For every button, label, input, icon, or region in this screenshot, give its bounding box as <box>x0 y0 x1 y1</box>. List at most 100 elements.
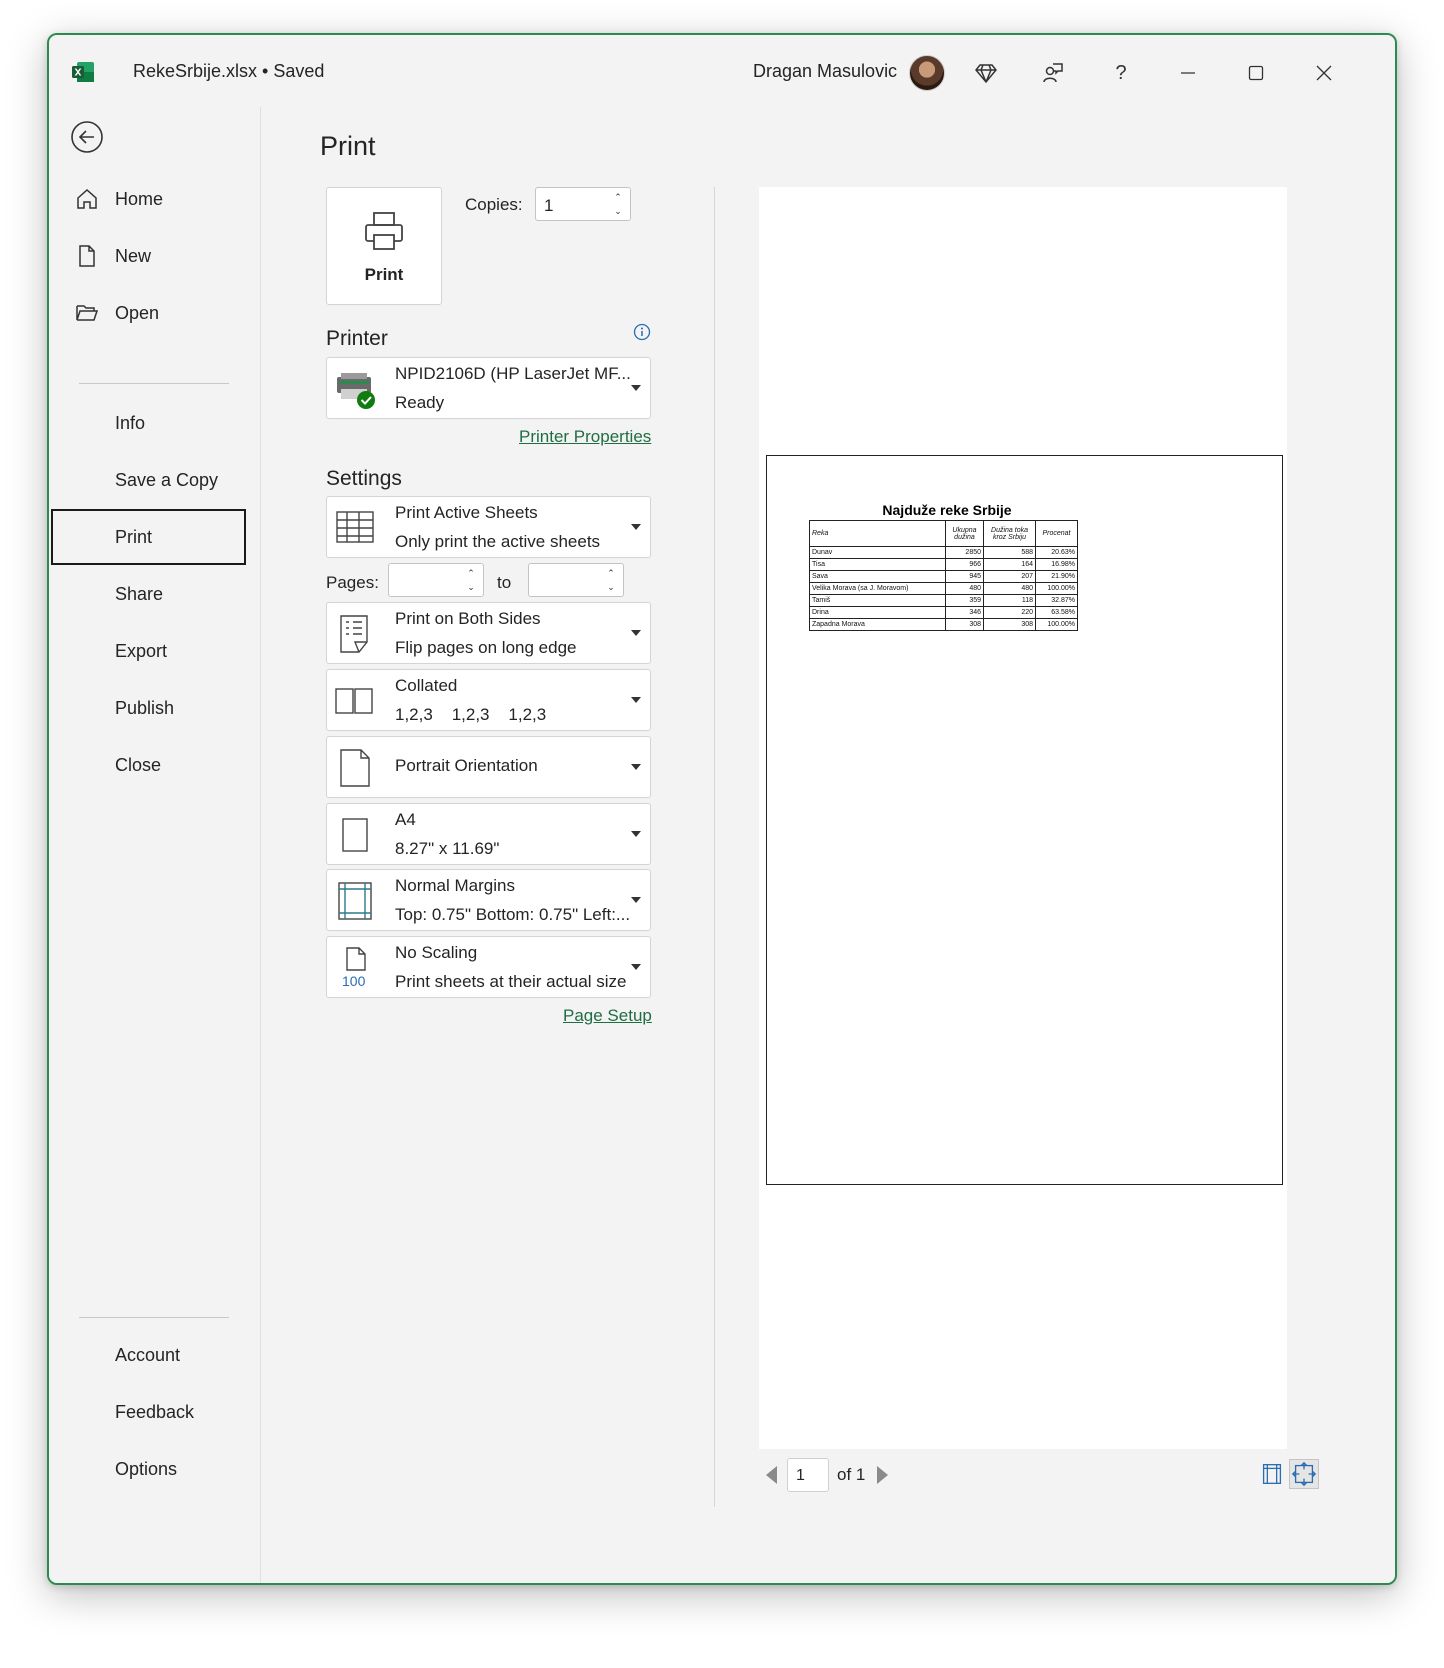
chevron-down-icon <box>631 697 641 703</box>
nav-item-print[interactable]: Print <box>51 509 246 565</box>
chevron-down-icon <box>631 897 641 903</box>
page-number-input[interactable]: 1 <box>787 1458 829 1492</box>
nav-label: Save a Copy <box>115 469 219 490</box>
print-preview: Najduže reke Srbije Reka Ukupna dužina D… <box>759 187 1287 1449</box>
duplex-page-icon <box>340 615 368 653</box>
nav-item-close[interactable]: Close <box>49 737 257 793</box>
printer-dropdown[interactable]: NPID2106D (HP LaserJet MF... Ready <box>326 357 651 419</box>
nav-item-info[interactable]: Info <box>49 395 257 451</box>
nav-item-publish[interactable]: Publish <box>49 680 257 736</box>
close-icon <box>1316 65 1332 81</box>
user-name[interactable]: Dragan Masulovic <box>753 61 897 82</box>
paper-size-dropdown[interactable]: A4 8.27" x 11.69" <box>326 803 651 865</box>
minimize-button[interactable] <box>1168 53 1208 93</box>
zoom-to-page-button[interactable] <box>1289 1459 1319 1489</box>
home-icon <box>77 188 97 209</box>
nav-item-options[interactable]: Options <box>49 1441 257 1497</box>
nav-item-open[interactable]: Open <box>49 285 257 341</box>
print-what-dropdown[interactable]: Print Active Sheets Only print the activ… <box>326 496 651 558</box>
table-cell: 588 <box>983 546 1036 559</box>
margins-dropdown[interactable]: Normal Margins Top: 0.75" Bottom: 0.75" … <box>326 869 651 931</box>
next-page-icon[interactable] <box>877 1466 888 1484</box>
table-row: Drina 346 220 63.58% <box>809 606 1078 619</box>
nav-label: Account <box>115 1344 181 1365</box>
nav-item-account[interactable]: Account <box>49 1327 257 1383</box>
info-icon[interactable] <box>633 323 651 341</box>
help-button[interactable]: ? <box>1101 53 1141 93</box>
folder-open-icon <box>76 305 99 321</box>
nav-item-share[interactable]: Share <box>49 566 257 622</box>
previous-page-icon[interactable] <box>766 1466 777 1484</box>
table-header-row: Reka Ukupna dužina Dužina toka kroz Srbi… <box>809 520 1078 547</box>
nav-item-save-a-copy[interactable]: Save a Copy <box>49 452 257 508</box>
preview-table: Reka Ukupna dužina Dužina toka kroz Srbi… <box>809 520 1078 631</box>
nav-divider <box>79 383 229 384</box>
table-cell: 21.90% <box>1035 570 1078 583</box>
table-row: Zapadna Morava 308 308 100.00% <box>809 618 1078 631</box>
no-scaling-icon: 100 <box>342 947 366 989</box>
nav-item-export[interactable]: Export <box>49 623 257 679</box>
table-cell: 100.00% <box>1035 618 1078 631</box>
nav-label: Close <box>115 754 162 775</box>
nav-item-feedback[interactable]: Feedback <box>49 1384 257 1440</box>
table-cell: 945 <box>945 570 984 583</box>
scaling-dropdown[interactable]: 100 No Scaling Print sheets at their act… <box>326 936 651 998</box>
setting-title: Normal Margins <box>395 876 515 895</box>
avatar[interactable] <box>909 55 945 91</box>
nav-label: Export <box>115 640 168 661</box>
setting-title: Print on Both Sides <box>395 609 541 628</box>
setting-description: Top: 0.75" Bottom: 0.75" Left:... <box>395 905 631 924</box>
nav-divider <box>79 1317 229 1318</box>
page-setup-link[interactable]: Page Setup <box>563 1006 652 1026</box>
excel-logo-icon <box>72 62 94 82</box>
pages-to-input[interactable]: ⌃ ⌄ <box>528 563 624 597</box>
column-header: Procenat <box>1035 520 1078 547</box>
back-arrow-icon[interactable] <box>69 119 105 155</box>
table-cell: 220 <box>983 606 1036 619</box>
table-row: Sava 945 207 21.90% <box>809 570 1078 583</box>
printer-ready-icon <box>337 373 375 409</box>
table-cell: 16.98% <box>1035 558 1078 571</box>
collated-pages-icon <box>335 688 373 714</box>
maximize-icon <box>1248 65 1264 81</box>
duplex-dropdown[interactable]: Print on Both Sides Flip pages on long e… <box>326 602 651 664</box>
stepper-arrows-icon[interactable]: ⌃ ⌄ <box>612 190 624 222</box>
table-cell: 346 <box>945 606 984 619</box>
nav-item-new[interactable]: New <box>49 228 257 284</box>
nav-label: New <box>115 245 152 266</box>
nav-item-home[interactable]: Home <box>49 171 257 227</box>
premium-diamond-button[interactable] <box>966 53 1006 93</box>
show-margins-icon <box>1262 1464 1282 1484</box>
printer-properties-link[interactable]: Printer Properties <box>519 427 651 447</box>
chevron-down-icon <box>631 964 641 970</box>
table-cell: 480 <box>983 582 1036 595</box>
printer-status: Ready <box>395 393 445 412</box>
table-cell: Sava <box>809 570 946 583</box>
close-window-button[interactable] <box>1304 53 1344 93</box>
maximize-button[interactable] <box>1236 53 1276 93</box>
copies-stepper[interactable]: 1 ⌃ ⌄ <box>535 187 631 221</box>
table-cell: 20.63% <box>1035 546 1078 559</box>
print-button[interactable]: Print <box>326 187 442 305</box>
backstage-nav: Home New Open Info Save a Copy Print Sha… <box>49 107 261 1583</box>
orientation-dropdown[interactable]: Portrait Orientation <box>326 736 651 798</box>
collation-dropdown[interactable]: Collated 1,2,3 1,2,3 1,2,3 <box>326 669 651 731</box>
pages-label: Pages: <box>326 573 379 592</box>
title-bar: RekeSrbije.xlsx • Saved Dragan Masulovic… <box>49 35 1395 107</box>
show-margins-button[interactable] <box>1257 1459 1287 1489</box>
stepper-arrows-icon[interactable]: ⌃ ⌄ <box>465 566 477 598</box>
chevron-down-icon <box>631 831 641 837</box>
coauthoring-button[interactable] <box>1033 53 1073 93</box>
table-cell: Tisa <box>809 558 946 571</box>
document-title: RekeSrbije.xlsx • Saved <box>133 61 325 81</box>
table-row: Tamiš 359 118 32.87% <box>809 594 1078 607</box>
table-row: Dunav 2850 588 20.63% <box>809 546 1078 559</box>
chevron-down-icon <box>631 764 641 770</box>
setting-title: Portrait Orientation <box>395 756 538 775</box>
setting-description: 1,2,3 1,2,3 1,2,3 <box>395 705 547 724</box>
margins-icon <box>338 882 372 920</box>
setting-title: Print Active Sheets <box>395 503 538 522</box>
stepper-arrows-icon[interactable]: ⌃ ⌄ <box>605 566 617 598</box>
nav-label: Home <box>115 188 164 209</box>
pages-from-input[interactable]: ⌃ ⌄ <box>388 563 484 597</box>
